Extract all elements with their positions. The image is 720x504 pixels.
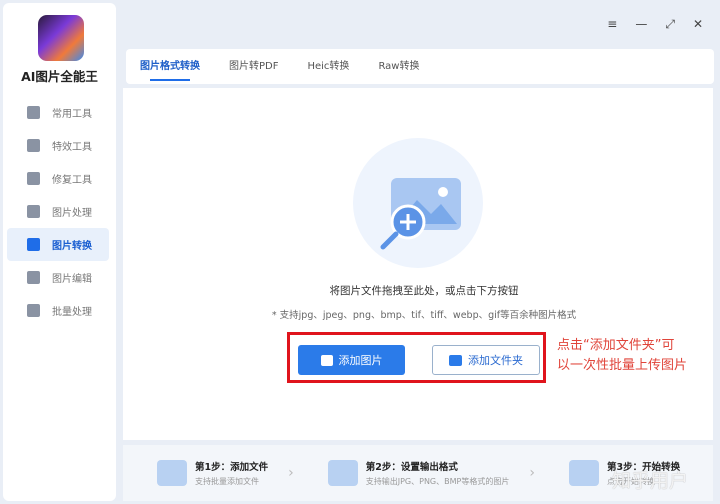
add-image-label: 添加图片 [338, 354, 383, 367]
drop-hint: 将图片文件拖拽至此处，或点击下方按钮 [329, 285, 519, 297]
menu-icon[interactable]: ≡ [607, 17, 617, 32]
sidebar-item-edit[interactable]: 图片编辑 [7, 261, 109, 294]
annotation-line: 点击“添加文件夹”可 [557, 338, 675, 353]
step-title: 第2步：设置输出格式 [365, 462, 458, 473]
star-icon [27, 139, 40, 152]
sidebar-item-repair[interactable]: 修复工具 [7, 162, 109, 195]
watermark: 知乎用户 [612, 470, 689, 492]
step-title: 第1步：添加文件 [195, 462, 269, 473]
chevron-right-icon: › [288, 465, 294, 481]
sidebar-item-label: 特效工具 [52, 142, 92, 153]
step-sub: 支持批量添加文件 [195, 477, 259, 486]
tab-image-to-pdf[interactable]: 图片转PDF [229, 49, 278, 84]
sidebar-nav: 常用工具 特效工具 修复工具 图片处理 图片转换 图片编辑 批量处理 [7, 96, 109, 327]
title-bar: ≡ — ⤢ ✕ [123, 3, 713, 43]
app-name: AI图片全能王 [21, 69, 98, 84]
highlight-box: 添加图片 添加文件夹 [287, 332, 546, 383]
tab-bar: 图片格式转换 图片转PDF Heic转换 Raw转换 [126, 49, 714, 84]
add-folder-label: 添加文件夹 [468, 354, 523, 367]
sidebar-item-convert[interactable]: 图片转换 [7, 228, 109, 261]
tab-raw-convert[interactable]: Raw转换 [378, 49, 419, 84]
app-logo [38, 15, 84, 61]
tab-format-convert[interactable]: 图片格式转换 [140, 49, 200, 84]
add-image-step-icon [157, 460, 187, 486]
sidebar-item-batch[interactable]: 批量处理 [7, 294, 109, 327]
close-icon[interactable]: ✕ [693, 17, 703, 32]
annotation-line: 以一次性批量上传图片 [557, 358, 688, 373]
add-folder-button[interactable]: 添加文件夹 [432, 345, 540, 375]
sidebar-item-processing[interactable]: 图片处理 [7, 195, 109, 228]
add-image-button[interactable]: 添加图片 [298, 345, 405, 375]
folder-upload-icon [27, 304, 40, 317]
sidebar: AI图片全能王 常用工具 特效工具 修复工具 图片处理 图片转换 图片编辑 批量… [3, 3, 116, 501]
sidebar-item-label: 图片编辑 [52, 274, 92, 285]
folder-icon [449, 354, 462, 366]
bandage-icon [27, 172, 40, 185]
sidebar-item-label: 图片转换 [52, 241, 92, 252]
image-icon [27, 205, 40, 218]
image-icon [320, 354, 333, 366]
sidebar-item-label: 常用工具 [52, 109, 92, 120]
gear-icon [327, 460, 358, 486]
grid-icon [27, 106, 40, 119]
supported-formats: * 支持jpg、jpeg、png、bmp、tif、tiff、webp、gif等百… [271, 310, 577, 321]
annotation: 点击“添加文件夹”可 以一次性批量上传图片 [557, 336, 687, 376]
drop-zone[interactable]: 将图片文件拖拽至此处，或点击下方按钮 * 支持jpg、jpeg、png、bmp、… [123, 88, 713, 440]
image-search-illustration-icon [353, 138, 483, 268]
tab-heic-convert[interactable]: Heic转换 [307, 49, 349, 84]
minimize-icon[interactable]: — [635, 17, 647, 32]
step-2: 第2步：设置输出格式支持输出JPG、PNG、BMP等格式的图片 › [327, 459, 535, 487]
convert-step-icon [568, 460, 599, 486]
edit-icon [27, 271, 40, 284]
step-1: 第1步：添加文件 支持批量添加文件 › [157, 459, 294, 487]
restore-icon[interactable]: ⤢ [665, 17, 675, 32]
sidebar-item-effects[interactable]: 特效工具 [7, 129, 109, 162]
sidebar-item-label: 批量处理 [52, 307, 92, 318]
chevron-right-icon: › [529, 465, 535, 481]
sidebar-item-label: 图片处理 [52, 208, 92, 219]
sidebar-item-common-tools[interactable]: 常用工具 [7, 96, 109, 129]
convert-icon [27, 238, 40, 251]
step-sub: 支持输出JPG、PNG、BMP等格式的图片 [365, 477, 510, 486]
sidebar-item-label: 修复工具 [52, 175, 92, 186]
